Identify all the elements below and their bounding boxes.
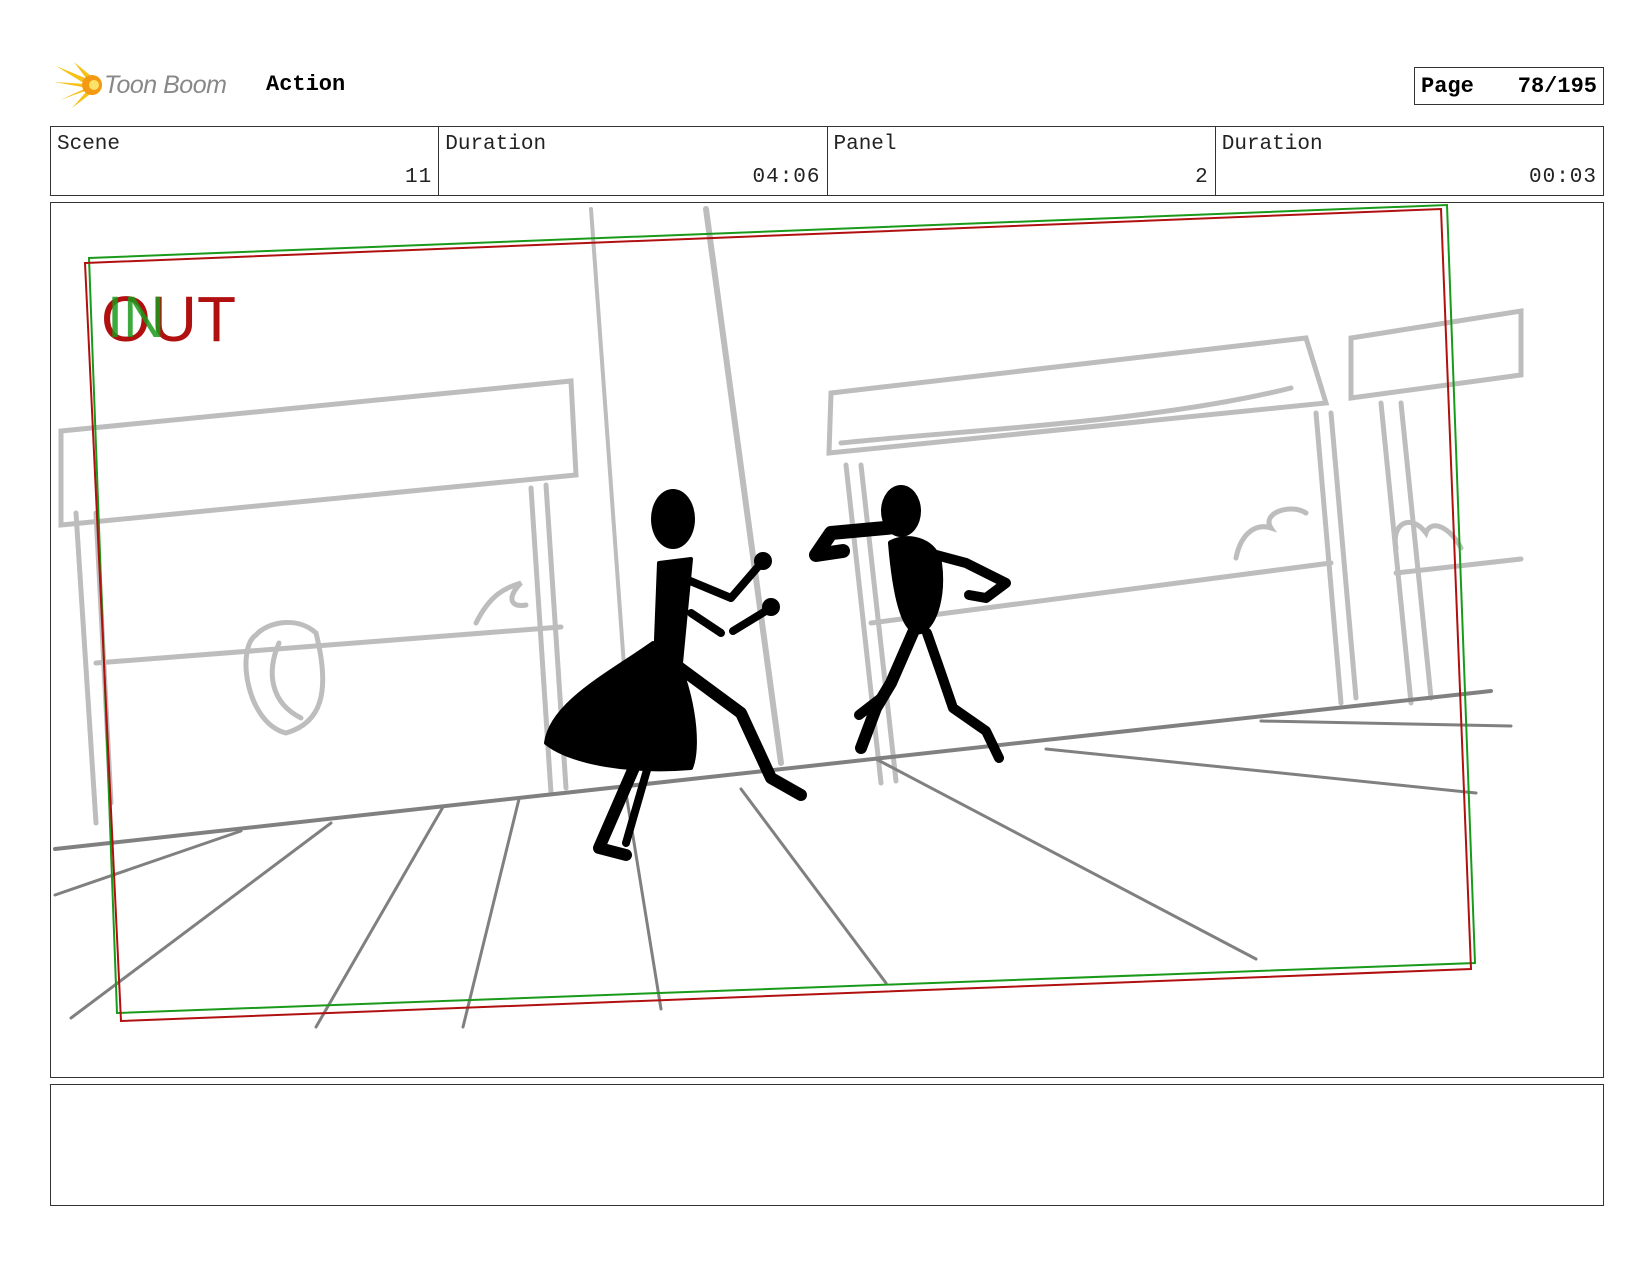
panel-info-table: Scene 11 Duration 04:06 Panel 2 Duration… [50,126,1604,196]
panel-drawing: OUT IN [53,203,1524,1029]
camera-frames [83,203,1477,1023]
scene-duration-label: Duration [445,133,547,156]
camera-in-frame [87,203,1477,1015]
page-counter: Page 78/195 [1414,67,1604,105]
panel-notes [50,1084,1604,1206]
panel-label: Panel [833,133,897,156]
scene-label: Scene [57,133,121,156]
toon-boom-logo: Toon Boom [52,60,227,110]
scene-value: 11 [405,166,433,189]
scene-cell: Scene 11 [51,127,440,195]
scene-duration-value: 04:06 [752,166,821,189]
panel-duration-cell: Duration 00:03 [1216,127,1603,195]
page-value: 78/195 [1517,73,1597,99]
camera-out-frame [83,207,1473,1023]
logo-text: Toon Boom [104,70,227,99]
panel-duration-label: Duration [1221,133,1323,156]
background-sketch [58,206,1524,826]
page-label: Page [1421,73,1474,99]
in-marker: IN [107,285,165,350]
page-header: Toon Boom Action Page 78/195 [50,58,1604,114]
toon-boom-burst-icon [54,62,102,108]
panel-cell: Panel 2 [828,127,1216,195]
scene-duration-cell: Duration 04:06 [439,127,828,195]
panel-duration-value: 00:03 [1528,166,1597,189]
panel-value: 2 [1195,166,1209,189]
section-title: Action [266,72,346,97]
storyboard-panel: OUT IN [50,202,1604,1078]
